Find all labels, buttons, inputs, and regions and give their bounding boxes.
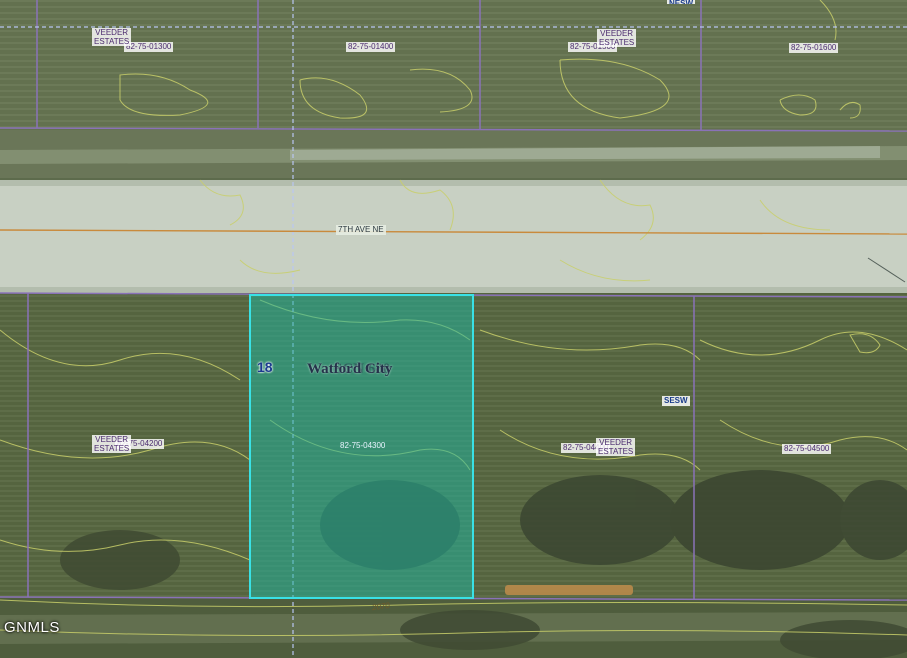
subdivision-label: VEEDER ESTATES [92,28,132,46]
subdivision-name-line2: ESTATES [94,444,130,453]
subdivision-name-line2: ESTATES [94,37,130,46]
subdivision-label: VEEDER ESTATES [597,29,637,47]
watermark: GNMLS [4,619,60,636]
subdivision-name-line2: ESTATES [598,447,634,456]
city-label: Watford City [307,361,393,377]
street-label: 7TH AVE NE [336,225,386,235]
subdivision-label: VEEDER ESTATES [92,435,132,453]
section-number-label: 18 [257,359,273,375]
parcel-label[interactable]: 82-75-01400 [346,42,396,52]
parcel-label[interactable]: 82-75-04500 [782,444,832,454]
road-surface [0,180,907,293]
subdivision-name-line1: VEEDER [600,29,634,38]
parcel-label[interactable]: 82-75-01600 [789,43,839,53]
subdivision-name-line1: VEEDER [599,438,633,447]
quarter-quarter-label: SESW [662,396,690,406]
subdivision-name-line2: ESTATES [599,38,635,47]
culvert-feature [505,585,633,595]
parcel-label[interactable]: 82-75-01300 [124,42,174,52]
map-canvas[interactable] [0,0,907,658]
parcel-label-selected[interactable]: 82-75-04300 [338,441,387,451]
quarter-quarter-label-top: NESW [667,0,695,4]
subdivision-name-line1: VEEDER [95,435,129,444]
subdivision-label: VEEDER ESTATES [596,438,636,456]
subdivision-name-line1: VEEDER [95,28,129,37]
